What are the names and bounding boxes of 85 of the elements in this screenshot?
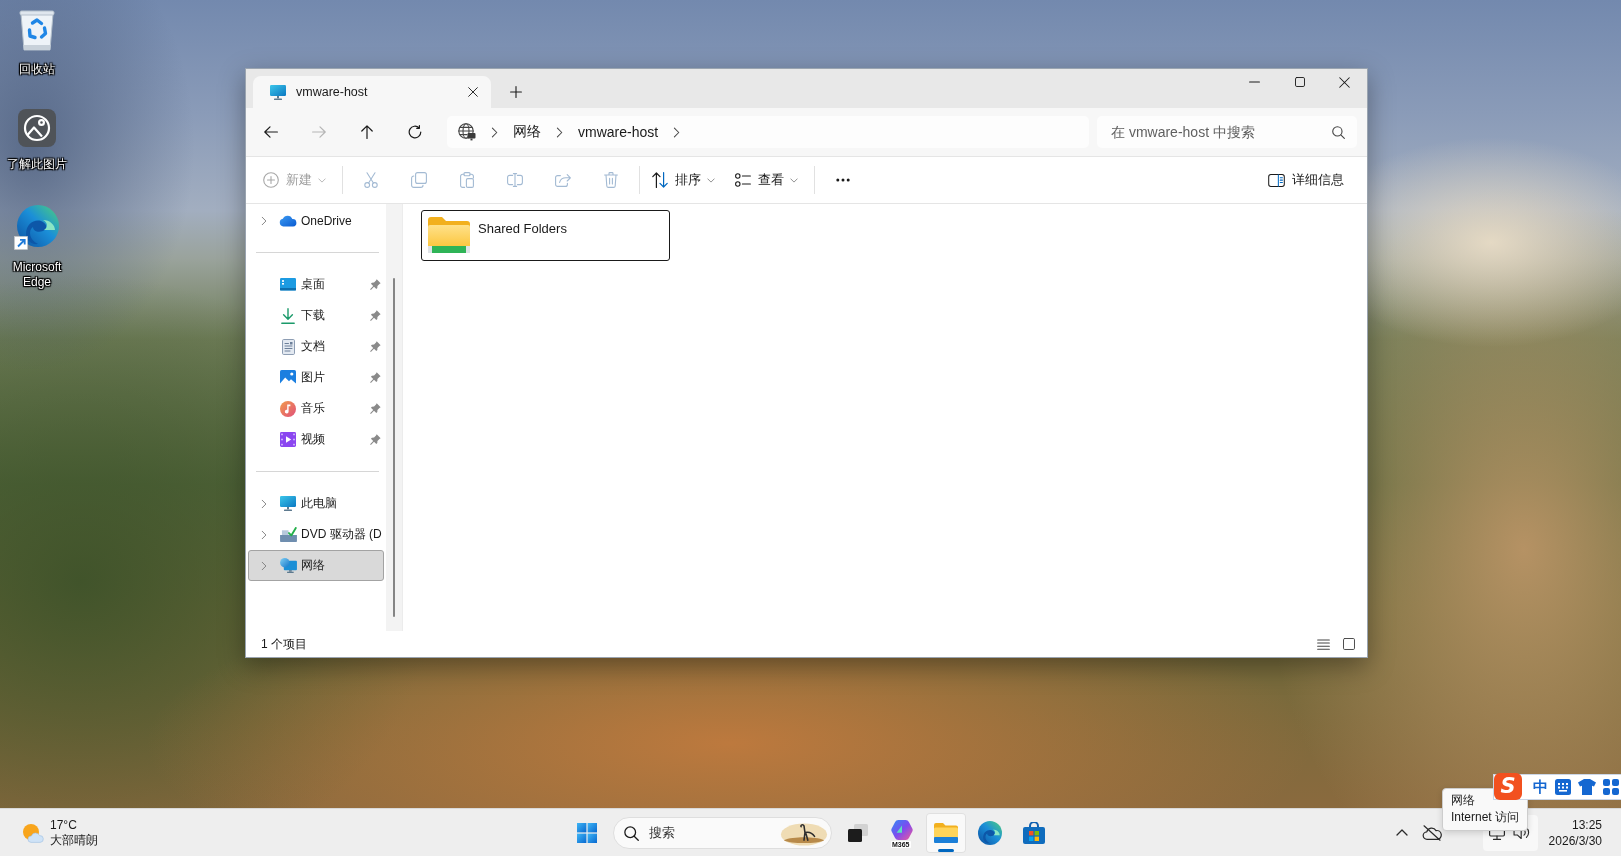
folder-item[interactable]: Shared Folders xyxy=(421,210,670,261)
list-icon xyxy=(735,173,751,187)
sidebar-item[interactable]: 文档 xyxy=(248,331,384,362)
download-icon xyxy=(281,307,295,324)
grid-icon[interactable] xyxy=(1603,779,1619,795)
pin-icon[interactable] xyxy=(370,310,381,321)
sidebar-item[interactable]: 图片 xyxy=(248,362,384,393)
keyboard-icon[interactable] xyxy=(1555,779,1571,795)
back-arrow-icon[interactable] xyxy=(264,126,278,138)
view-button[interactable]: 查看 xyxy=(727,164,806,196)
refresh-icon[interactable] xyxy=(408,125,422,139)
landscape-icon[interactable] xyxy=(18,109,56,147)
chevron-right-icon[interactable] xyxy=(491,126,498,138)
close-icon[interactable] xyxy=(468,87,478,97)
sidebar-item[interactable]: 音乐 xyxy=(248,393,384,424)
square-view-icon[interactable] xyxy=(1343,638,1355,650)
sidebar-item[interactable]: 此电脑 xyxy=(248,488,384,519)
clock-button[interactable]: 13:25 2026/3/30 xyxy=(1544,816,1606,849)
list-view-icon[interactable] xyxy=(1317,638,1330,650)
sidebar-item[interactable]: 桌面 xyxy=(248,269,384,300)
search-icon[interactable] xyxy=(1332,126,1345,139)
chevron-right-icon[interactable] xyxy=(261,215,267,226)
sidebar-item[interactable]: 下载 xyxy=(248,300,384,331)
folder-icon xyxy=(934,822,958,843)
shopping-bag-icon xyxy=(1023,821,1045,844)
pin-icon[interactable] xyxy=(370,341,381,352)
chevron-right-icon[interactable] xyxy=(556,126,563,138)
pin-icon[interactable] xyxy=(370,403,381,414)
chevron-right-icon[interactable] xyxy=(261,498,267,509)
details-pane-button[interactable]: 详细信息 xyxy=(1260,164,1352,196)
sort-arrows-icon xyxy=(652,172,668,188)
sort-button[interactable]: 排序 xyxy=(644,164,723,196)
details-pane-icon xyxy=(1268,173,1285,187)
breadcrumb[interactable]: vmware-host xyxy=(578,124,659,140)
desktop-icon-label[interactable]: 了解此图片 xyxy=(0,157,74,172)
desktop-icon-label[interactable]: 回收站 xyxy=(0,62,74,77)
plus-icon[interactable] xyxy=(510,86,522,98)
search-icon xyxy=(624,825,639,841)
picture-icon xyxy=(280,370,296,385)
sun-cloud-icon xyxy=(22,822,44,843)
recycle-bin-icon[interactable] xyxy=(17,8,57,52)
address-bar[interactable]: 网络 vmware-host xyxy=(447,116,1089,148)
music-note-icon xyxy=(280,400,296,417)
folder-icon xyxy=(428,217,470,253)
pin-icon[interactable] xyxy=(370,434,381,445)
drive-icon xyxy=(279,527,297,542)
shirt-icon[interactable] xyxy=(1578,779,1596,795)
globe-icon xyxy=(458,123,476,141)
desktop-icon xyxy=(280,278,296,291)
sidebar-item[interactable]: OneDrive xyxy=(248,205,384,236)
more-icon[interactable] xyxy=(836,178,850,182)
scrollbar-thumb[interactable] xyxy=(393,278,395,617)
swirl-logo-icon xyxy=(978,820,1002,845)
cloud-icon xyxy=(279,214,297,227)
bird-icon xyxy=(780,820,828,846)
globe-monitor-icon xyxy=(279,558,297,573)
swirl-logo-icon[interactable] xyxy=(14,204,60,250)
weather-widget[interactable]: 17°C 大部晴朗 xyxy=(14,812,106,853)
maximize-icon[interactable] xyxy=(1294,77,1305,87)
sidebar-item[interactable]: 视频 xyxy=(248,424,384,455)
four-squares-icon xyxy=(577,822,597,843)
close-icon[interactable] xyxy=(1339,76,1350,88)
tab[interactable]: vmware-host xyxy=(253,76,491,108)
pin-icon[interactable] xyxy=(370,279,381,290)
sidebar-item[interactable]: 网络 xyxy=(248,550,384,581)
up-arrow-icon[interactable] xyxy=(361,125,373,139)
monitor-icon xyxy=(280,496,296,511)
video-icon xyxy=(280,432,296,447)
monitor-icon xyxy=(270,84,286,100)
item-count: 1 个项目 xyxy=(261,635,307,653)
hexagon-logo-icon xyxy=(891,819,913,840)
chevron-up-icon[interactable] xyxy=(1395,829,1408,836)
breadcrumb[interactable]: 网络 xyxy=(513,123,541,141)
document-icon xyxy=(281,338,295,355)
input-mode-toggle[interactable]: 中 xyxy=(1533,778,1548,796)
chevron-right-icon[interactable] xyxy=(673,126,681,138)
desktop-icon-label[interactable]: Microsoft Edge xyxy=(0,260,74,290)
pin-icon[interactable] xyxy=(370,372,381,383)
sidebar-item[interactable]: DVD 驱动器 (D xyxy=(248,519,384,550)
search-field[interactable]: 在 vmware-host 中搜索 xyxy=(1097,116,1357,148)
overlapping-squares-icon xyxy=(848,823,868,842)
active-indicator xyxy=(938,848,954,852)
cloud-off-icon[interactable] xyxy=(1421,824,1442,841)
chevron-right-icon[interactable] xyxy=(261,529,267,540)
plus-circle-icon xyxy=(263,172,279,188)
